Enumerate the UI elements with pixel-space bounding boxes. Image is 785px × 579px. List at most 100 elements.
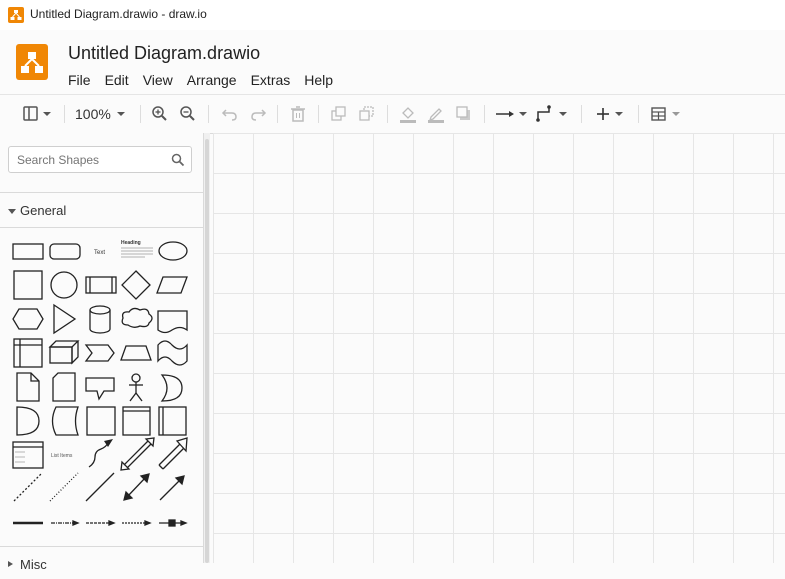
waypoints-dropdown[interactable] [535,103,571,125]
toolbar: 100% [0,94,785,134]
menu-file[interactable]: File [68,72,91,88]
shadow-icon [456,106,470,120]
general-shapes-palette: Text Heading List Items [12,240,188,527]
shape-list-item[interactable]: List Items [51,453,73,459]
search-box [8,146,192,173]
menu-edit[interactable]: Edit [105,72,129,88]
shape-internal-storage[interactable] [13,338,43,368]
shape-line[interactable] [85,472,115,502]
shape-container[interactable] [86,406,116,436]
zoom-in-button[interactable] [150,103,170,125]
menu-arrange[interactable]: Arrange [187,72,237,88]
drawio-logo [16,44,48,80]
shape-dotted-line[interactable] [49,472,79,502]
to-front-icon [331,106,346,121]
zoom-dropdown[interactable]: 100% [75,103,129,125]
undo-button[interactable] [220,103,240,125]
toolbar-divider [484,105,485,123]
shape-connector-arrow[interactable] [51,520,80,526]
shape-list[interactable] [12,441,44,469]
table-dropdown[interactable] [649,103,685,125]
shape-directional-arrow[interactable] [159,475,185,501]
shape-cylinder[interactable] [89,305,111,334]
shape-callout[interactable] [85,377,115,401]
shape-text[interactable]: Text [94,250,105,256]
shape-step[interactable] [84,344,115,362]
shape-process[interactable] [85,276,117,294]
shape-curved-arrow[interactable] [88,439,113,468]
shape-text-label: Text [94,250,105,256]
zoom-out-icon [180,106,195,121]
drawio-app-icon [8,7,24,23]
shape-heading-label: Heading [121,240,141,246]
insert-dropdown[interactable] [593,103,629,125]
fill-color-button[interactable] [398,103,418,125]
section-general-header[interactable]: General [0,195,203,225]
shape-cloud[interactable] [121,307,153,328]
delete-button[interactable] [288,103,308,125]
shape-bidirectional-arrow[interactable] [123,473,150,501]
menu-help[interactable]: Help [304,72,333,88]
scrollbar-thumb[interactable] [205,139,209,563]
line-color-button[interactable] [426,103,446,125]
document-title[interactable]: Untitled Diagram.drawio [68,43,260,64]
shape-circle[interactable] [50,271,78,299]
menu-view[interactable]: View [143,72,173,88]
shape-hexagon[interactable] [12,308,44,330]
diagram-canvas[interactable] [213,133,785,563]
shape-rectangle[interactable] [12,243,44,260]
toolbar-divider [64,105,65,123]
shape-triangle[interactable] [53,303,77,335]
shape-document[interactable] [157,310,188,334]
sidebar-divider [0,546,203,547]
shape-or[interactable] [160,374,183,402]
to-back-button[interactable] [357,103,377,125]
redo-button[interactable] [248,103,268,125]
toolbar-divider [581,105,582,123]
search-icon[interactable] [171,153,185,167]
shape-textbox[interactable]: Heading [121,240,153,258]
shape-ellipse[interactable] [158,241,188,261]
section-misc-header[interactable]: Misc [0,549,203,579]
toolbar-divider [387,105,388,123]
pencil-icon [428,108,444,123]
shape-rounded-rectangle[interactable] [49,243,81,260]
to-front-button[interactable] [329,103,349,125]
section-misc-label: Misc [20,557,47,572]
shape-dashed-line[interactable] [13,472,43,502]
shape-square[interactable] [13,270,43,300]
trash-icon [291,106,305,122]
search-input[interactable] [15,152,169,168]
shape-labeled-connector[interactable] [122,520,152,526]
connection-style-dropdown[interactable] [495,103,531,125]
shape-connector-with-symbol[interactable] [159,519,188,527]
shape-double-arrow-hollow[interactable] [120,437,155,471]
shape-link-arrow[interactable] [86,520,116,526]
sidebar-toggle-button[interactable] [22,103,54,125]
shape-list-items-label: List Items [51,453,73,459]
shape-trapezoid[interactable] [120,345,152,361]
shape-tape[interactable] [157,340,188,366]
toolbar-divider [208,105,209,123]
menu-extras[interactable]: Extras [251,72,291,88]
shape-note[interactable] [16,372,40,402]
menu-bar: File Edit View Arrange Extras Help [68,72,347,88]
toolbar-divider [277,105,278,123]
shape-swimlane[interactable] [122,406,151,436]
sidebar-divider [0,227,203,228]
sidebar-scrollbar[interactable] [204,133,210,563]
shape-cube[interactable] [48,340,80,365]
shape-diamond[interactable] [121,270,151,300]
shape-data-storage[interactable] [51,406,79,436]
shadow-button[interactable] [454,103,474,125]
undo-icon [221,109,237,121]
zoom-out-button[interactable] [178,103,198,125]
shapes-sidebar: General Text Heading [0,133,204,572]
shape-arrow-hollow[interactable] [158,437,188,470]
shape-parallelogram[interactable] [156,276,188,294]
shape-and[interactable] [16,406,40,436]
shape-card[interactable] [52,372,76,402]
shape-actor[interactable] [129,373,143,402]
caret-down-icon [8,209,16,214]
shape-vertical-container[interactable] [158,406,187,436]
